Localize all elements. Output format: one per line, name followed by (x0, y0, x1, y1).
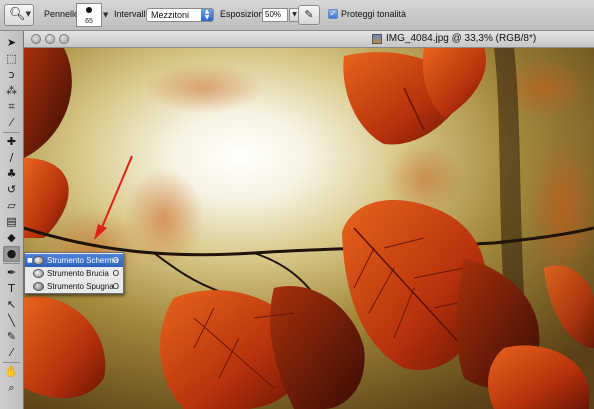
tools-panel: ➤ ⬚ ↄ ⁂ ⌗ ⁄ ✚ ∕ ♣ ↺ ▱ ▤ ◆ ● ✒ T ↖ ╲ ✎ ⁄ ✋ ⌕ (0, 31, 24, 409)
flyout-item-shortcut: O (112, 256, 119, 265)
marquee-tool-icon[interactable]: ⬚ (3, 51, 20, 67)
document-canvas[interactable] (24, 48, 594, 409)
dodge-tool-flyout-menu: ■ Strumento Scherma O Strumento Brucia O Stru… (24, 252, 124, 294)
hand-tool-icon[interactable]: ✋ (3, 364, 20, 380)
selected-bullet-icon: ■ (27, 257, 33, 264)
crop-tool-icon[interactable]: ⌗ (3, 99, 20, 115)
document-icon (372, 34, 382, 44)
eyedropper-tool-icon[interactable]: ⁄ (3, 115, 20, 131)
photo-image (24, 48, 594, 409)
airbrush-button[interactable]: ✎ (298, 5, 320, 25)
burn-icon (33, 269, 44, 278)
brush-tip-icon (86, 7, 92, 13)
document-title: IMG_4084.jpg @ 33,3% (RGB/8*) (386, 33, 537, 44)
eraser-tool-icon[interactable]: ▱ (3, 198, 20, 214)
dodge-tool-icon: 🔍︎ (9, 7, 26, 22)
flyout-item-sponge[interactable]: Strumento Spugna O (25, 280, 123, 293)
select-arrows-icon: ▲ ▼ (201, 9, 213, 21)
path-selection-tool-icon[interactable]: ↖ (3, 297, 20, 313)
clone-stamp-tool-icon[interactable]: ♣ (3, 166, 20, 182)
flyout-item-shortcut: O (112, 282, 119, 291)
move-tool-icon[interactable]: ➤ (3, 35, 20, 51)
pen-tool-icon[interactable]: ✒ (3, 265, 20, 281)
document-title-bar: IMG_4084.jpg @ 33,3% (RGB/8*) (24, 31, 594, 48)
zoom-tool-icon[interactable]: ⌕ (3, 380, 20, 396)
chevron-down-icon[interactable]: ▼ (103, 11, 108, 19)
range-select[interactable]: Mezzitoni ▲ ▼ (146, 8, 214, 22)
blur-tool-icon[interactable]: ◆ (3, 230, 20, 246)
sponge-icon (33, 282, 44, 291)
healing-brush-tool-icon[interactable]: ✚ (3, 134, 20, 150)
magic-wand-tool-icon[interactable]: ⁂ (3, 83, 20, 99)
tool-preset-picker[interactable]: 🔍︎ ▼ (4, 4, 34, 26)
minimize-window-button[interactable] (45, 34, 55, 44)
flyout-item-label: Strumento Scherma (47, 256, 119, 265)
brush-picker[interactable]: 65 (76, 3, 102, 27)
protect-tones-checkbox[interactable]: ✓ (328, 9, 338, 19)
close-window-button[interactable] (31, 34, 41, 44)
chevron-down-icon: ▼ (25, 10, 31, 18)
tool-separator (3, 362, 20, 363)
eyedropper2-tool-icon[interactable]: ⁄ (3, 345, 20, 361)
flyout-item-label: Strumento Brucia (47, 269, 109, 278)
protect-tones-label: Proteggi tonalità (341, 9, 407, 19)
dodge-icon (33, 256, 44, 265)
tool-separator (3, 263, 20, 264)
exposure-field[interactable]: 50% (262, 8, 288, 22)
line-tool-icon[interactable]: ╲ (3, 313, 20, 329)
history-brush-tool-icon[interactable]: ↺ (3, 182, 20, 198)
flyout-item-burn[interactable]: Strumento Brucia O (25, 267, 123, 280)
tool-separator (3, 132, 20, 133)
brush-size: 65 (85, 18, 93, 25)
flyout-item-dodge[interactable]: ■ Strumento Scherma O (25, 254, 123, 267)
flyout-item-label: Strumento Spugna (47, 282, 114, 291)
range-value: Mezzitoni (151, 10, 190, 20)
dodge-tool-icon[interactable]: ● (3, 246, 20, 262)
lasso-tool-icon[interactable]: ↄ (3, 67, 20, 83)
options-bar: 🔍︎ ▼ Pennello: 65 ▼ Intervallo: Mezziton… (0, 0, 594, 31)
airbrush-icon: ✎ (304, 8, 314, 21)
flyout-item-shortcut: O (112, 269, 119, 278)
notes-tool-icon[interactable]: ✎ (3, 329, 20, 345)
gradient-tool-icon[interactable]: ▤ (3, 214, 20, 230)
type-tool-icon[interactable]: T (3, 281, 20, 297)
zoom-window-button[interactable] (59, 34, 69, 44)
brush-tool-icon[interactable]: ∕ (3, 150, 20, 166)
